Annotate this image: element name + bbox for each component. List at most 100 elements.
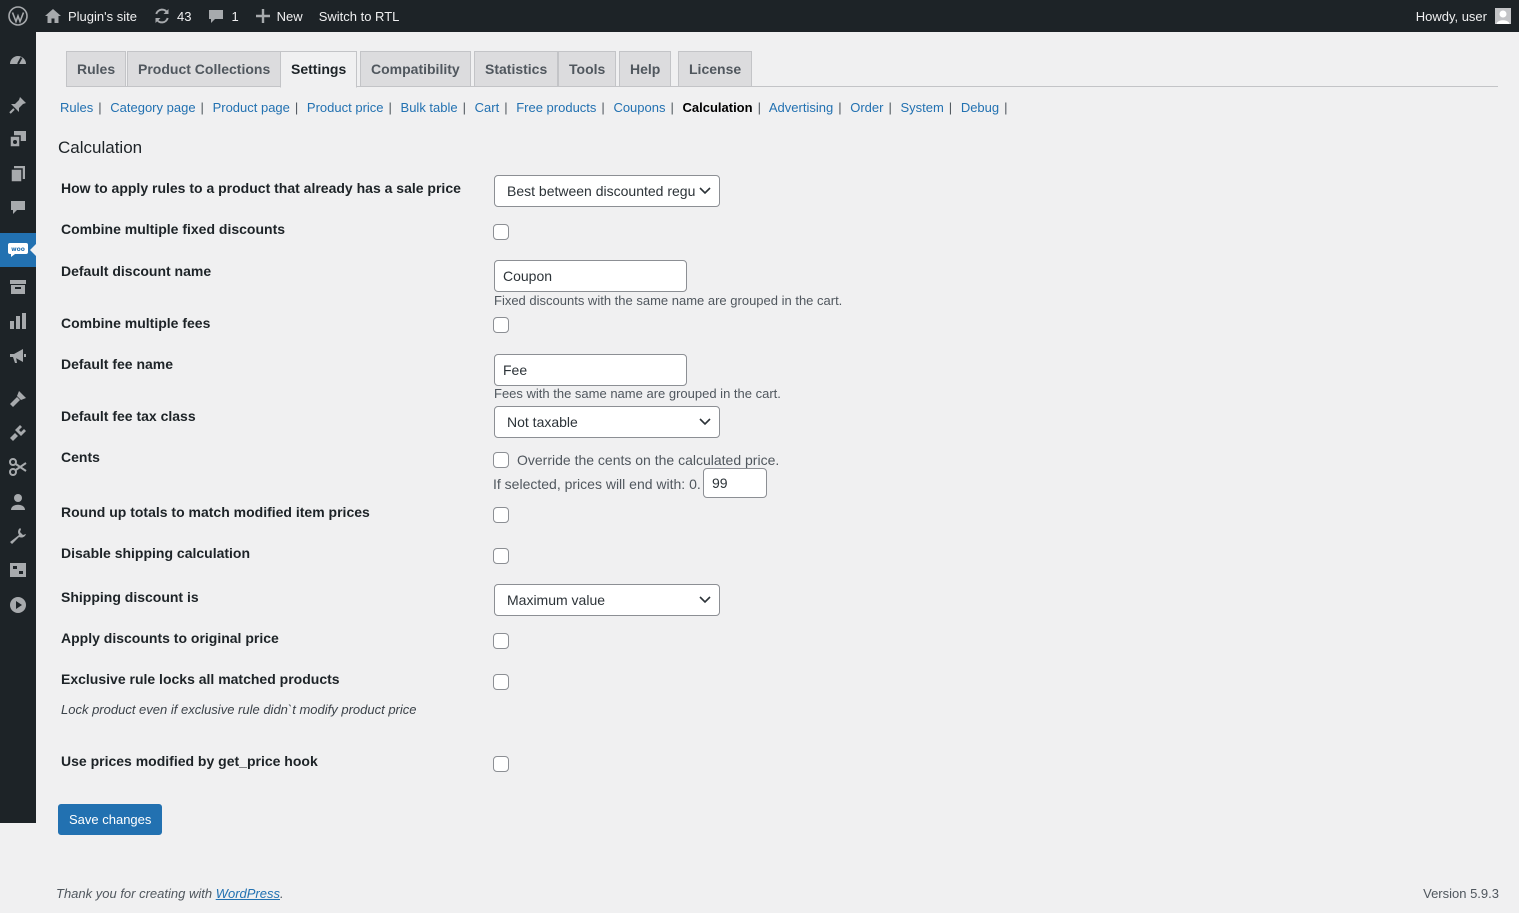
subnav-product-page[interactable]: Product page	[213, 100, 290, 115]
menu-users[interactable]	[0, 485, 36, 519]
new-label: New	[276, 8, 303, 24]
fee-name-description: Fees with the same name are grouped in t…	[494, 386, 781, 401]
subnav-bulk-table[interactable]: Bulk table	[401, 100, 458, 115]
menu-posts[interactable]	[0, 88, 36, 122]
menu-settings[interactable]	[0, 553, 36, 587]
tab-help[interactable]: Help	[619, 51, 672, 87]
main-content: Rules Product Collections Settings Compa…	[36, 32, 1519, 913]
woocommerce-icon: woo	[8, 243, 28, 257]
tools-icon	[10, 528, 26, 544]
subnav-system[interactable]: System	[900, 100, 943, 115]
site-name-label: Plugin's site	[68, 8, 137, 24]
chevron-down-icon	[699, 418, 711, 426]
comments-count: 1	[231, 8, 239, 24]
tab-compatibility[interactable]: Compatibility	[360, 51, 471, 87]
updates-count: 43	[176, 8, 192, 24]
new-content-button[interactable]: New	[247, 0, 311, 32]
pin-icon	[9, 97, 26, 114]
subnav-advertising[interactable]: Advertising	[769, 100, 833, 115]
cents-override-checkbox[interactable]	[493, 452, 509, 468]
sale-price-select-value: Best between discounted regu	[507, 183, 696, 199]
user-silhouette-icon	[1496, 10, 1510, 24]
menu-marketing[interactable]	[0, 339, 36, 373]
users-icon	[11, 494, 25, 510]
discount-name-input[interactable]: Coupon	[494, 260, 687, 292]
combine-fees-checkbox[interactable]	[493, 317, 509, 333]
shipping-discount-select-value: Maximum value	[507, 592, 606, 608]
updates-link[interactable]: 43	[145, 0, 199, 32]
apply-original-label: Apply discounts to original price	[61, 630, 279, 646]
cents-override-label: Override the cents on the calculated pri…	[517, 452, 780, 468]
subnav-calculation[interactable]: Calculation	[683, 100, 753, 115]
page-title: Calculation	[58, 138, 143, 157]
subnav-coupons[interactable]: Coupons	[613, 100, 665, 115]
save-changes-button[interactable]: Save changes	[58, 804, 163, 835]
get-price-hook-label: Use prices modified by get_price hook	[61, 753, 318, 769]
menu-plugins[interactable]	[0, 416, 36, 450]
exclusive-lock-label: Exclusive rule locks all matched product…	[61, 671, 340, 687]
tab-statistics[interactable]: Statistics	[474, 51, 559, 87]
sale-price-label: How to apply rules to a product that alr…	[61, 180, 461, 196]
subnav-category-page[interactable]: Category page	[110, 100, 195, 115]
discount-name-label: Default discount name	[61, 263, 212, 279]
tab-product-collections[interactable]: Product Collections	[127, 51, 282, 87]
menu-woocommerce[interactable]: woo	[0, 233, 37, 267]
fee-tax-class-select-value: Not taxable	[507, 414, 578, 430]
analytics-icon	[10, 313, 26, 329]
menu-pages[interactable]	[0, 157, 36, 191]
tab-tools[interactable]: Tools	[558, 51, 617, 87]
pages-icon	[10, 166, 25, 183]
subnav-order[interactable]: Order	[850, 100, 883, 115]
combine-fees-label: Combine multiple fees	[61, 315, 211, 331]
round-up-checkbox[interactable]	[493, 507, 509, 523]
disable-shipping-checkbox[interactable]	[493, 548, 509, 564]
menu-dashboard[interactable]	[0, 43, 36, 77]
menu-media[interactable]	[0, 122, 36, 156]
comment-icon	[209, 10, 224, 23]
admin-side-menu: woo	[0, 32, 37, 823]
footer-thanks: Thank you for creating with WordPress.	[56, 886, 284, 901]
subnav-cart[interactable]: Cart	[475, 100, 500, 115]
tab-settings[interactable]: Settings	[280, 51, 358, 88]
plugins-icon	[10, 425, 26, 441]
apply-original-checkbox[interactable]	[493, 633, 509, 649]
subnav-debug[interactable]: Debug	[961, 100, 999, 115]
menu-comments[interactable]	[0, 191, 36, 225]
exclusive-lock-checkbox[interactable]	[493, 674, 509, 690]
tab-license[interactable]: License	[678, 51, 753, 87]
menu-appearance[interactable]	[0, 382, 36, 416]
menu-analytics[interactable]	[0, 304, 36, 338]
howdy-label: Howdy, user	[1415, 8, 1487, 24]
site-name-link[interactable]: Plugin's site	[36, 0, 145, 32]
tab-rules[interactable]: Rules	[66, 51, 127, 87]
cents-value-input[interactable]: 99	[703, 468, 767, 498]
wordpress-link[interactable]: WordPress	[216, 886, 280, 901]
appearance-icon	[10, 391, 26, 407]
menu-play[interactable]	[0, 588, 36, 622]
sale-price-select[interactable]: Best between discounted regu	[494, 175, 720, 207]
menu-tools[interactable]	[0, 519, 36, 553]
fee-name-input[interactable]: Fee	[494, 354, 687, 386]
avatar	[1495, 8, 1511, 24]
comments-link[interactable]: 1	[199, 0, 246, 32]
menu-products[interactable]	[0, 270, 36, 304]
chevron-down-icon	[699, 187, 711, 195]
media-icon	[9, 131, 26, 148]
switch-rtl-link[interactable]: Switch to RTL	[311, 0, 408, 32]
subnav-free-products[interactable]: Free products	[516, 100, 596, 115]
comments-icon	[11, 201, 25, 214]
marketing-icon	[10, 349, 26, 363]
disable-shipping-label: Disable shipping calculation	[61, 545, 251, 561]
products-icon	[10, 280, 26, 294]
wordpress-logo-button[interactable]	[0, 0, 36, 32]
menu-tools-scissors[interactable]	[0, 450, 36, 484]
get-price-hook-checkbox[interactable]	[493, 756, 509, 772]
shipping-discount-select[interactable]: Maximum value	[494, 584, 720, 616]
subnav-rules[interactable]: Rules	[60, 100, 93, 115]
fee-name-label: Default fee name	[61, 356, 174, 372]
fee-tax-class-select[interactable]: Not taxable	[494, 406, 720, 438]
subnav-product-price[interactable]: Product price	[307, 100, 384, 115]
combine-fixed-checkbox[interactable]	[493, 224, 509, 240]
wordpress-icon	[8, 6, 28, 26]
my-account-menu[interactable]: Howdy, user	[1408, 0, 1519, 32]
